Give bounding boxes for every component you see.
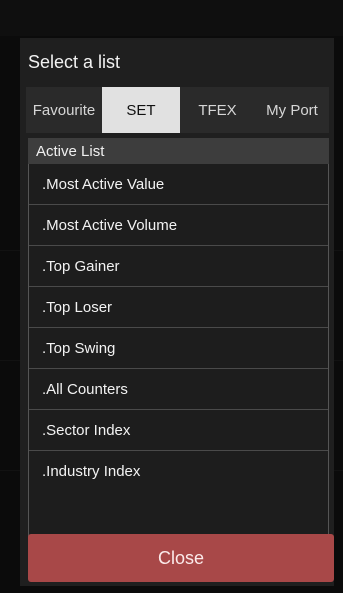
list-item-industry-index[interactable]: .Industry Index: [29, 451, 328, 492]
tab-set[interactable]: SET: [102, 87, 180, 133]
active-list: .Most Active Value .Most Active Volume .…: [28, 164, 329, 545]
list-item-top-loser[interactable]: .Top Loser: [29, 287, 328, 328]
close-button[interactable]: Close: [28, 534, 334, 582]
list-item-top-gainer[interactable]: .Top Gainer: [29, 246, 328, 287]
list-item-most-active-value[interactable]: .Most Active Value: [29, 164, 328, 205]
tab-favourite[interactable]: Favourite: [26, 87, 102, 133]
list-item-all-counters[interactable]: .All Counters: [29, 369, 328, 410]
list-section-header: Active List: [28, 138, 329, 164]
tab-my-port[interactable]: My Port: [255, 87, 329, 133]
dialog-title: Select a list: [28, 52, 121, 72]
list-item-most-active-volume[interactable]: .Most Active Volume: [29, 205, 328, 246]
list-item-sector-index[interactable]: .Sector Index: [29, 410, 328, 451]
list-item-top-swing[interactable]: .Top Swing: [29, 328, 328, 369]
select-list-dialog: Select a list Favourite SET TFEX My Port…: [20, 38, 334, 586]
tab-tfex[interactable]: TFEX: [180, 87, 255, 133]
list-tabs: Favourite SET TFEX My Port: [26, 87, 329, 133]
